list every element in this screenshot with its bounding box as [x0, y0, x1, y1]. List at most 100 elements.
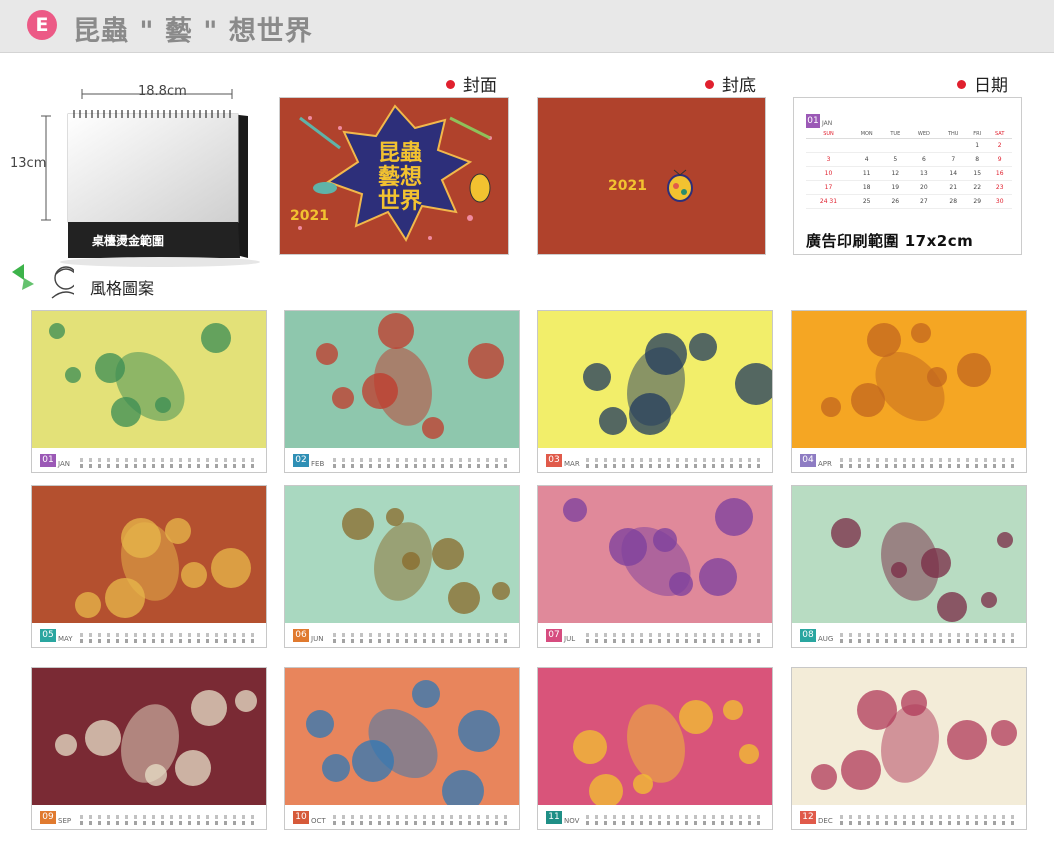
weekday-header: TUE [882, 130, 909, 139]
height-dimension-label: 13cm [10, 156, 47, 171]
day-numbers-row [586, 639, 760, 643]
weekday-row [333, 458, 507, 462]
weekday-row [80, 458, 254, 462]
month-name: AUG [818, 635, 834, 643]
red-dot-icon [705, 80, 714, 89]
cover-label-text: 封面 [463, 76, 497, 96]
weekday-header: SAT [987, 130, 1012, 139]
date-cell: 11 [850, 166, 883, 181]
date-cell: 7 [939, 152, 967, 167]
date-table: SUN MON TUE WED THU FRI SAT 1 2 3 4 5 6 7 8 9 10 11 12 13 14… [806, 130, 1012, 209]
month-page-jun: 06 JUN [284, 485, 520, 648]
style-section-title: 風格圖案 [90, 279, 155, 298]
cover-preview: 昆蟲藝想世界 2021 [279, 97, 509, 255]
date-month-name: JAN [822, 120, 833, 127]
red-dot-icon [957, 80, 966, 89]
date-cell: 28 [939, 194, 967, 209]
month-page-may: 05 MAY [31, 485, 267, 648]
date-grid: SUN MON TUE WED THU FRI SAT 1 2 3 4 5 6 7 8 9 10 11 12 13 14… [806, 130, 1012, 209]
month-artwork [32, 668, 266, 807]
desk-base-label: 桌檯燙金範圍 [92, 234, 165, 248]
width-dimension-label: 18.8cm [138, 84, 187, 99]
date-cell: 5 [882, 152, 909, 167]
month-name: NOV [564, 817, 580, 825]
date-month-number: 01 [806, 114, 820, 128]
desk-calendar-mockup: 18.8cm 13cm 桌檯燙金範圍 [10, 78, 260, 273]
weekday-row [333, 815, 507, 819]
date-cell [806, 138, 851, 153]
month-artwork [285, 311, 519, 450]
day-numbers-row [586, 464, 760, 468]
weekday-row [80, 815, 254, 819]
month-number: 10 [293, 811, 309, 824]
date-cell: 14 [939, 166, 967, 181]
month-artwork [792, 486, 1026, 625]
day-numbers-row [840, 639, 1014, 643]
month-name: DEC [818, 817, 833, 825]
date-cell [850, 138, 883, 153]
month-number: 01 [40, 454, 56, 467]
back-cover-year: 2021 [608, 178, 647, 194]
day-numbers-row [80, 821, 254, 825]
month-number: 06 [293, 629, 309, 642]
date-cell: 2 [987, 138, 1012, 153]
month-page-feb: 02 FEB [284, 310, 520, 473]
date-cell [908, 138, 940, 153]
date-cell [939, 138, 967, 153]
date-cell: 27 [908, 194, 940, 209]
section-badge: E [27, 10, 57, 40]
month-number: 07 [546, 629, 562, 642]
month-number: 08 [800, 629, 816, 642]
month-artwork [792, 668, 1026, 807]
month-artwork [32, 486, 266, 625]
month-artwork [32, 311, 266, 450]
month-name: APR [818, 460, 832, 468]
page-title: 昆蟲 " 藝 " 想世界 [73, 16, 313, 47]
date-cell: 30 [987, 194, 1012, 209]
month-page-aug: 08 AUG [791, 485, 1027, 648]
month-name: MAR [564, 460, 580, 468]
month-artwork [538, 486, 772, 625]
day-numbers-row [840, 464, 1014, 468]
beetle-icon [667, 169, 693, 202]
style-person-icon [12, 264, 74, 299]
weekday-row [80, 633, 254, 637]
back-cover-label: 封底 [705, 71, 756, 96]
date-cell: 18 [850, 180, 883, 195]
date-cell: 25 [850, 194, 883, 209]
month-page-mar: 03 MAR [537, 310, 773, 473]
month-name: OCT [311, 817, 326, 825]
month-number: 04 [800, 454, 816, 467]
weekday-row [586, 815, 760, 819]
date-label: 日期 [957, 71, 1008, 96]
month-page-nov: 11 NOV [537, 667, 773, 830]
date-page-preview: 01 JAN SUN MON TUE WED THU FRI SAT 1 2 3 4 5 6 7 8 9 10 1… [793, 97, 1022, 255]
month-page-oct: 10 OCT [284, 667, 520, 830]
weekday-header: WED [908, 130, 940, 139]
date-cell: 17 [806, 180, 851, 195]
date-cell: 20 [908, 180, 940, 195]
date-cell: 12 [882, 166, 909, 181]
date-cell: 10 [806, 166, 851, 181]
month-name: JAN [58, 460, 70, 468]
month-name: SEP [58, 817, 72, 825]
month-number: 11 [546, 811, 562, 824]
date-cell: 3 [806, 152, 851, 167]
day-numbers-row [333, 639, 507, 643]
weekday-header: THU [939, 130, 967, 139]
weekday-row [586, 633, 760, 637]
month-number: 05 [40, 629, 56, 642]
date-cell: 9 [987, 152, 1012, 167]
month-page-jan: 01 JAN [31, 310, 267, 473]
day-numbers-row [333, 821, 507, 825]
weekday-header: FRI [966, 130, 988, 139]
month-page-dec: 12 DEC [791, 667, 1027, 830]
date-cell: 6 [908, 152, 940, 167]
month-number: 03 [546, 454, 562, 467]
date-cell: 19 [882, 180, 909, 195]
date-cell: 24 31 [806, 194, 851, 209]
red-dot-icon [446, 80, 455, 89]
date-cell: 15 [966, 166, 988, 181]
month-artwork [285, 486, 519, 625]
date-cell [882, 138, 909, 153]
